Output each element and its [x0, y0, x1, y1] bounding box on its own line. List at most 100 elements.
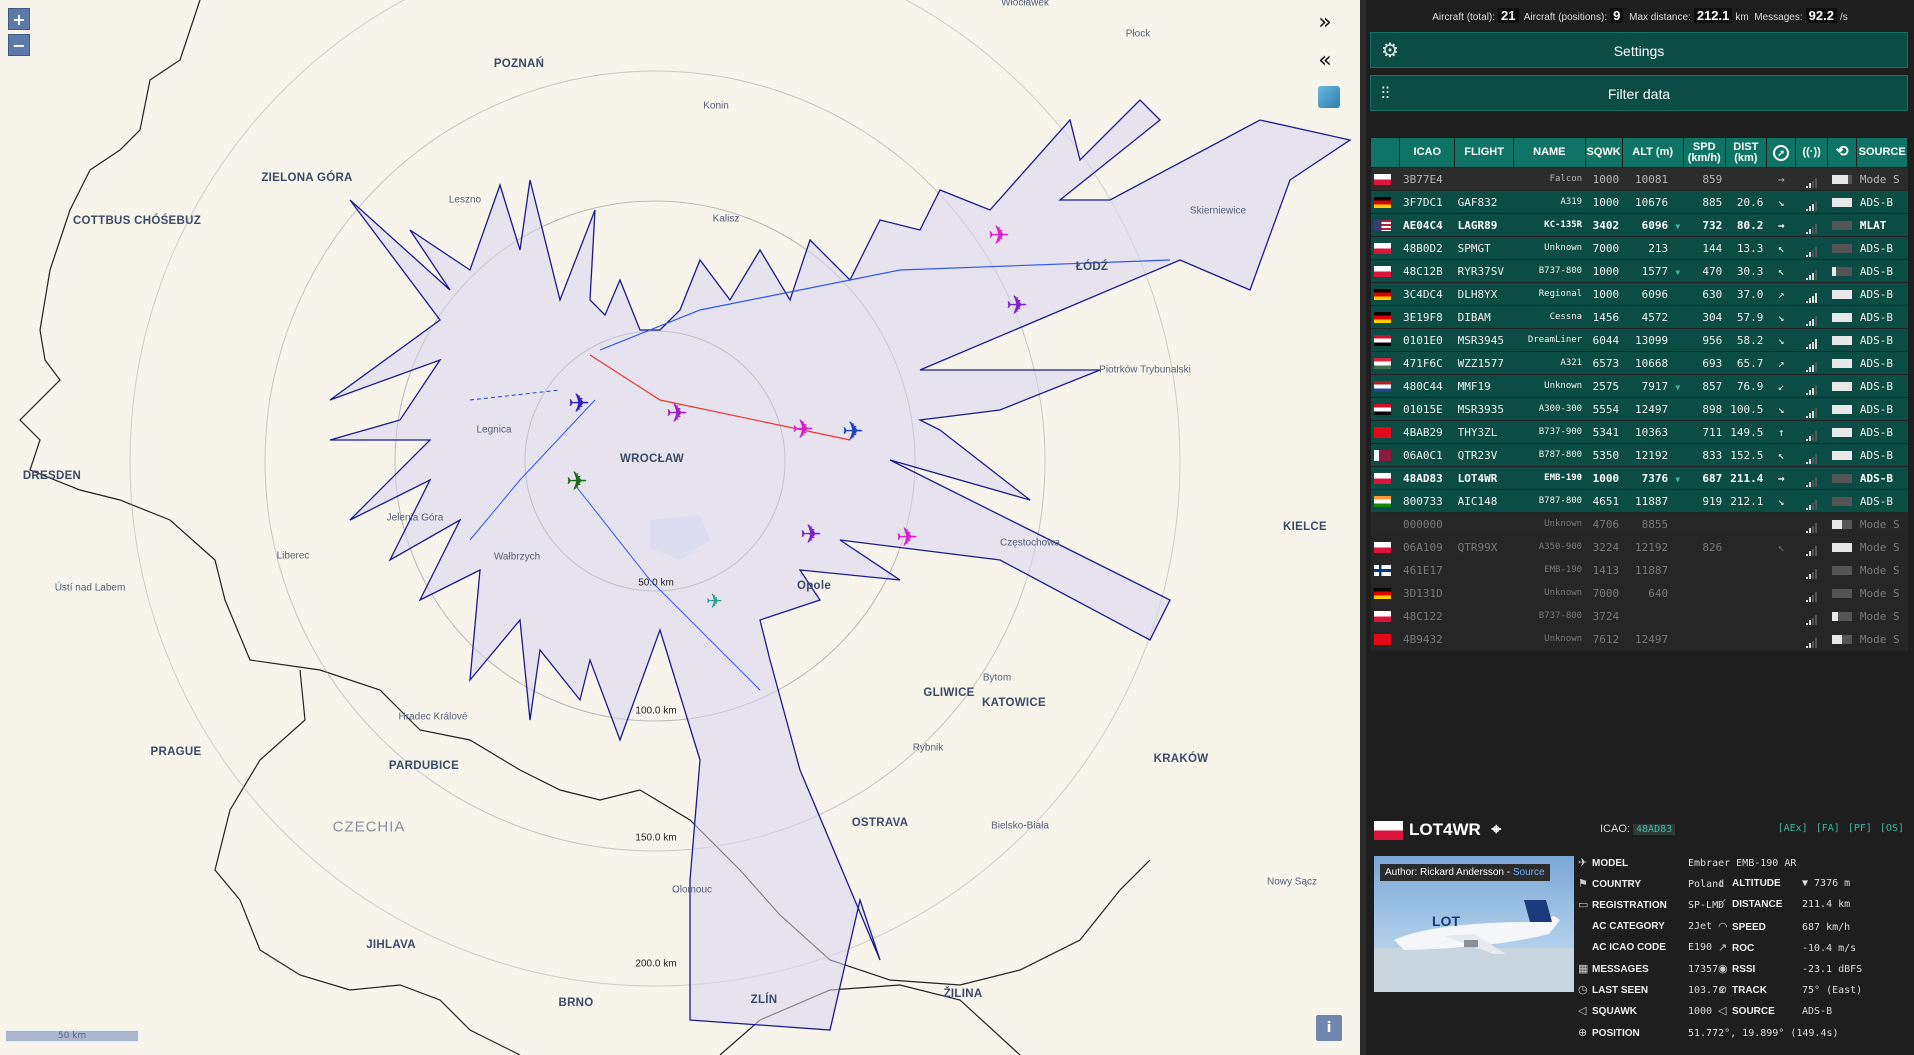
alt-value: 11887	[1635, 563, 1669, 577]
cell-src: Mode S	[1856, 604, 1908, 628]
cell-lastseen	[1827, 282, 1857, 306]
svg-text:✈: ✈	[1006, 291, 1028, 321]
city-label: Bielsko-Biała	[991, 820, 1049, 832]
table-row[interactable]: 3D131D Unknown 7000 640 Mode S	[1370, 581, 1908, 605]
city-label: JIHLAVA	[366, 939, 416, 951]
city-label: KATOWICE	[982, 697, 1046, 709]
table-row[interactable]: 3F7DC1 GAF832 A319 1000 10676 885 20.6 ↘ ADS-B	[1370, 190, 1908, 214]
city-label: Ústí nad Labem	[54, 582, 126, 594]
lastseen-bar	[1832, 267, 1853, 276]
col-flight[interactable]: FLIGHT	[1454, 137, 1515, 168]
col-rssi[interactable]: ((·))	[1795, 137, 1828, 168]
map-view[interactable]: ✈ ✈ ✈ ✈ ✈ ✈ ✈ ✈ ✈ ✈ POZNAŃ ZIELONA GÓRA CO…	[0, 0, 1360, 1055]
col-distance[interactable]: DIST (km)	[1724, 137, 1767, 168]
cell-dist	[1725, 512, 1767, 536]
table-row[interactable]: 471F6C WZZ1577 A321 6573 10668 693 65.7 ↗ ADS-B	[1370, 351, 1908, 375]
cell-signal	[1795, 236, 1828, 260]
cell-src: ADS-B	[1856, 466, 1908, 490]
col-icao[interactable]: ICAO	[1399, 137, 1456, 168]
col-lastseen[interactable]: ⟲	[1826, 137, 1858, 168]
expand-panel-button[interactable]: »	[1312, 10, 1338, 36]
cell-spd	[1683, 627, 1726, 651]
locate-icon[interactable]: ⌖	[1492, 820, 1502, 840]
cell-lastseen	[1827, 167, 1857, 191]
cell-flag	[1370, 489, 1400, 513]
col-squawk[interactable]: SQWK	[1584, 137, 1623, 168]
cell-alt: 7376 ▼	[1622, 466, 1684, 490]
cell-sqwk: 1000	[1585, 282, 1623, 306]
zoom-in-button[interactable]: +	[8, 8, 30, 30]
col-name[interactable]: NAME	[1513, 137, 1586, 168]
cell-signal	[1795, 627, 1828, 651]
city-label: ŽILINA	[943, 988, 983, 1000]
field-key: POSITION	[1592, 1027, 1640, 1039]
zoom-out-button[interactable]: −	[8, 34, 30, 56]
table-row[interactable]: 06A0C1 QTR23V B787-800 5350 12192 833 152.5 ↖ AD…	[1370, 443, 1908, 467]
table-row[interactable]: 4BAB29 THY3ZL B737-900 5341 10363 711 149.5 ↑ AD…	[1370, 420, 1908, 444]
cell-src: ADS-B	[1856, 443, 1908, 467]
lastseen-bar	[1832, 382, 1853, 391]
cell-spd: 470	[1683, 259, 1726, 283]
table-row[interactable]: 000000 Unknown 4706 8855 Mode S	[1370, 512, 1908, 536]
table-row[interactable]: 48C12B RYR37SV B737-800 1000 1577 ▼ 470 30.3 ↖ AD…	[1370, 259, 1908, 283]
city-label: ZLÍN	[750, 994, 778, 1006]
col-track[interactable]: ➚	[1765, 137, 1797, 168]
filter-button[interactable]: ⫶⫶ Filter data	[1370, 75, 1908, 111]
cell-src: ADS-B	[1856, 259, 1908, 283]
table-row[interactable]: 0101E0 MSR3945 DreamLiner 6044 13099 956 58.2 ↘…	[1370, 328, 1908, 352]
cell-sqwk: 5341	[1585, 420, 1623, 444]
field-value: 17357	[1688, 964, 1719, 975]
col-flag[interactable]	[1369, 137, 1401, 168]
cell-trk: →	[1766, 167, 1796, 191]
cell-src: Mode S	[1856, 535, 1908, 559]
col-speed[interactable]: SPD (km/h)	[1682, 137, 1726, 168]
table-row[interactable]: 800733 AIC148 B787-800 4651 11887 919 212.1 ↘ AD…	[1370, 489, 1908, 513]
table-row[interactable]: 3C4DC4 DLH8YX Regional 1000 6096 630 37.0 ↗ ADS-…	[1370, 282, 1908, 306]
aircraft-table: ICAO FLIGHT NAME SQWK ALT (m) SPD (km/h)…	[1369, 137, 1908, 651]
cell-lastseen	[1827, 213, 1857, 237]
lastseen-bar	[1832, 635, 1853, 644]
cell-icao: 48C122	[1399, 604, 1455, 628]
table-row[interactable]: 48C122 B737-800 3724 Mode S	[1370, 604, 1908, 628]
cell-icao: 0101E0	[1399, 328, 1455, 352]
cell-icao: 3C4DC4	[1399, 282, 1455, 306]
detail-field: ◁ SOURCE ADS-B	[1718, 1004, 1832, 1017]
table-row[interactable]: 461E17 EMB-190 1413 11887 Mode S	[1370, 558, 1908, 582]
layers-icon[interactable]	[1318, 86, 1340, 108]
col-source[interactable]: SOURCE	[1856, 137, 1908, 168]
alt-value: 8855	[1641, 517, 1669, 531]
field-key: ALTITUDE	[1732, 878, 1781, 890]
settings-button[interactable]: ⚙ Settings	[1370, 32, 1908, 68]
info-button[interactable]: i	[1316, 1015, 1342, 1041]
table-row[interactable]: AE04C4 LAGR89 KC-135R 3402 6096 ▼ 732 80.2 → MLAT	[1370, 213, 1908, 237]
external-links[interactable]: [AEx] [FA] [PF] [OS]	[1778, 823, 1904, 834]
alt-value: 10081	[1635, 172, 1669, 186]
cell-lastseen	[1827, 489, 1857, 513]
field-value: 2Jet	[1688, 920, 1713, 932]
col-altitude[interactable]: ALT (m)	[1621, 137, 1684, 168]
table-row[interactable]: 48AD83 LOT4WR EMB-190 1000 7376 ▼ 687 211.4 → ADS…	[1370, 466, 1908, 490]
aircraft-photo[interactable]: Author: Rickard Andersson - Source LOT	[1374, 856, 1574, 992]
table-row[interactable]: 3E19F8 DIBAM Cessna 1456 4572 304 57.9 ↘ ADS-B	[1370, 305, 1908, 329]
cell-name: B737-800	[1513, 604, 1586, 628]
field-key: TRACK	[1732, 985, 1767, 997]
cell-alt: 12497	[1622, 397, 1684, 421]
table-row[interactable]: 3B77E4 Falcon 1000 10081 859 → Mode S	[1370, 167, 1908, 191]
cell-flag	[1370, 305, 1400, 329]
cell-name: Falcon	[1513, 167, 1586, 191]
lastseen-bar	[1832, 520, 1853, 529]
cell-trk	[1766, 627, 1796, 651]
lastseen-bar	[1832, 474, 1853, 483]
table-row[interactable]: 48B0D2 SPMGT Unknown 7000 213 144 13.3 ↖ ADS-B	[1370, 236, 1908, 260]
table-row[interactable]: 480C44 MMF19 Unknown 2575 7917 ▼ 857 76.9 ↙ ADS-B	[1370, 374, 1908, 398]
table-row[interactable]: 01015E MSR3935 A300-300 5554 12497 898 100.5 ↘ A…	[1370, 397, 1908, 421]
cell-src: Mode S	[1856, 627, 1908, 651]
table-row[interactable]: 06A109 QTR99X A350-900 3224 12192 826 ↖ Mode S	[1370, 535, 1908, 559]
field-icon: ⊘	[1718, 984, 1728, 997]
icao-value: 48AD83	[1633, 824, 1676, 835]
cell-flight: LAGR89	[1454, 213, 1514, 237]
collapse-panel-button[interactable]: «	[1312, 48, 1338, 74]
city-label: Hradec Králové	[398, 711, 468, 723]
table-row[interactable]: 4B9432 Unknown 7612 12497 Mode S	[1370, 627, 1908, 651]
country-flag-icon	[1373, 289, 1391, 300]
